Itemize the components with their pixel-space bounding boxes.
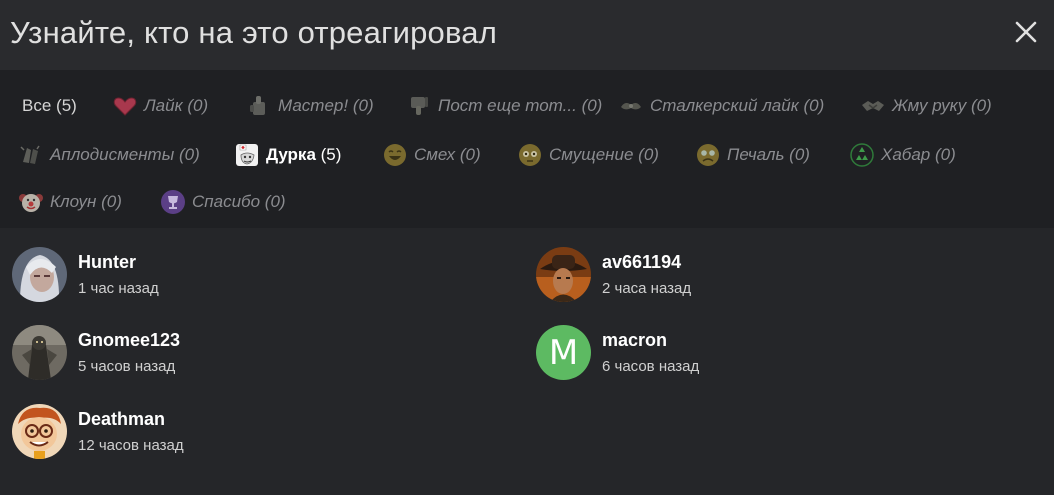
user-name[interactable]: Hunter (78, 252, 136, 273)
filter-label: Аплодисменты (50, 145, 175, 164)
filter-stalker-like[interactable]: Сталкерский лайк (0) (618, 93, 824, 119)
filter-durka[interactable]: Дурка (5) (234, 142, 341, 168)
heart-icon (113, 97, 137, 116)
reaction-time: 12 часов назад (78, 437, 184, 454)
filter-label: Лайк (144, 96, 183, 115)
filter-count: (5) (56, 96, 77, 115)
filter-label: Все (22, 96, 52, 115)
clown-icon (19, 194, 43, 212)
avatar[interactable] (12, 404, 67, 459)
user-name[interactable]: Gnomee123 (78, 330, 180, 351)
filter-all[interactable]: Все (5) (22, 93, 77, 119)
avatar-letter: M (548, 332, 579, 373)
close-icon[interactable] (1014, 20, 1038, 44)
reaction-filter-bar: Все (5) Лайк (0) Мастер! (0) Пост еще то… (0, 70, 1054, 228)
filter-count: (0) (187, 96, 209, 115)
avatar[interactable] (12, 325, 67, 380)
filter-count: (0) (789, 145, 810, 164)
filter-count: (0) (581, 96, 603, 115)
filter-sad[interactable]: Печаль (0) (695, 142, 810, 168)
user-name[interactable]: Deathman (78, 409, 165, 430)
filter-embarrassed[interactable]: Смущение (0) (517, 142, 659, 168)
filter-count: (0) (101, 192, 122, 211)
filter-laugh[interactable]: Смех (0) (382, 142, 481, 168)
list-item[interactable]: Hunter 1 час назад (12, 247, 472, 307)
filter-label: Дурка (266, 145, 316, 164)
reactions-modal: Узнайте, кто на это отреагировал Все (5)… (0, 0, 1054, 495)
filter-label: Клоун (50, 192, 97, 211)
avatar[interactable]: M (536, 325, 591, 380)
embarrassed-icon (519, 144, 541, 166)
filter-applause[interactable]: Аплодисменты (0) (18, 142, 200, 168)
filter-label: Сталкерский лайк (650, 96, 799, 115)
handshake-icon (862, 101, 884, 111)
user-name[interactable]: macron (602, 330, 667, 351)
reaction-time: 5 часов назад (78, 358, 176, 375)
filter-thanks[interactable]: Спасибо (0) (160, 189, 286, 215)
filter-label: Жму руку (892, 96, 967, 115)
filter-label: Смущение (549, 145, 634, 164)
list-item[interactable]: Gnomee123 5 часов назад (12, 325, 472, 385)
filter-count: (0) (803, 96, 825, 115)
applause-icon (20, 145, 40, 164)
reaction-time: 2 часа назад (602, 280, 692, 297)
filter-label: Хабар (881, 145, 931, 164)
filter-label: Смех (414, 145, 456, 164)
filter-khabar[interactable]: Хабар (0) (849, 142, 956, 168)
sad-icon (697, 144, 719, 166)
avatar[interactable] (12, 247, 67, 302)
master-icon (250, 96, 265, 115)
filter-count: (5) (320, 145, 342, 164)
laugh-icon (384, 144, 406, 166)
filter-like[interactable]: Лайк (0) (112, 93, 208, 119)
list-item[interactable]: M macron 6 часов назад (536, 325, 996, 385)
filter-label: Печаль (727, 145, 785, 164)
filter-count: (0) (638, 145, 659, 164)
reaction-time: 6 часов назад (602, 358, 700, 375)
modal-title: Узнайте, кто на это отреагировал (10, 15, 498, 50)
user-name[interactable]: av661194 (602, 252, 681, 273)
reaction-time: 1 час назад (78, 280, 159, 297)
filter-clown[interactable]: Клоун (0) (18, 189, 122, 215)
stalker-like-icon (621, 102, 641, 110)
filter-count: (0) (264, 192, 286, 211)
filter-label: Спасибо (192, 192, 261, 211)
modal-header: Узнайте, кто на это отреагировал (0, 0, 1054, 70)
filter-count: (0) (935, 145, 956, 164)
filter-count: (0) (970, 96, 992, 115)
filter-count: (0) (352, 96, 374, 115)
list-item[interactable]: av661194 2 часа назад (536, 247, 996, 307)
list-item[interactable]: Deathman 12 часов назад (12, 404, 472, 464)
filter-post[interactable]: Пост еще тот... (0) (406, 93, 602, 119)
thumbs-down-icon (411, 97, 428, 115)
filter-label: Пост еще тот... (438, 96, 577, 115)
trophy-icon (161, 190, 185, 214)
filter-count: (0) (178, 145, 200, 164)
avatar[interactable] (536, 247, 591, 302)
filter-label: Мастер! (278, 96, 349, 115)
filter-count: (0) (459, 145, 481, 164)
filter-handshake[interactable]: Жму руку (0) (860, 93, 992, 119)
durka-icon (236, 144, 258, 166)
khabar-icon (850, 143, 874, 167)
filter-master[interactable]: Мастер! (0) (246, 93, 374, 119)
user-list: Hunter 1 час назад av661194 2 часа назад (0, 228, 1054, 495)
